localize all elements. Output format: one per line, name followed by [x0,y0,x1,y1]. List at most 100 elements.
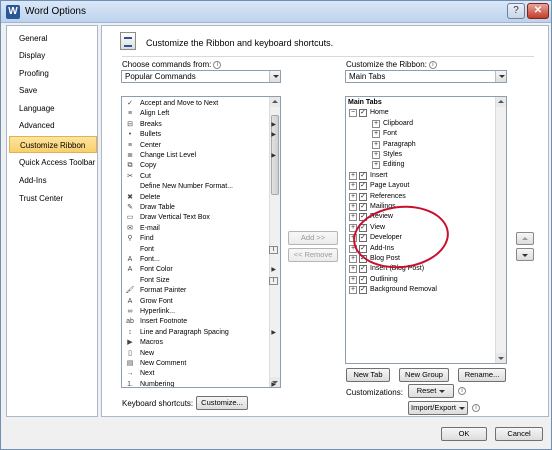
expand-icon[interactable]: + [372,151,380,159]
list-item[interactable]: ▶ Macros [124,338,274,348]
list-item[interactable]: ✎ Draw Table [124,203,274,213]
import-export-button[interactable]: Import/Export [408,401,468,415]
customize-ribbon-label: Customize the Ribbon: i [346,60,437,69]
list-item[interactable]: ⊟ Breaks ▶ [124,120,276,130]
expand-icon[interactable]: + [372,119,380,128]
expand-icon[interactable]: + [349,171,357,180]
new-tab-button[interactable]: New Tab [346,368,390,382]
move-down-button[interactable] [516,248,534,261]
sidebar-item-add-ins[interactable]: Add-Ins [9,172,97,189]
rename-button[interactable]: Rename... [458,368,506,382]
chevron-down-icon[interactable] [269,71,280,82]
expand-icon[interactable]: + [372,161,380,170]
expand-icon[interactable]: + [349,213,357,222]
list-item[interactable]: ▭ Draw Vertical Text Box [124,213,274,223]
list-item[interactable]: A Font... [124,255,274,265]
expand-icon[interactable]: + [349,265,357,274]
expand-icon[interactable]: + [349,275,357,284]
sidebar-item-display[interactable]: Display [9,47,97,64]
scroll-down-icon[interactable] [496,353,506,363]
sidebar-item-save[interactable]: Save [9,82,97,99]
sidebar-item-proofing[interactable]: Proofing [9,65,97,82]
expand-icon[interactable]: + [349,182,357,191]
list-item[interactable]: ▯ New [124,349,274,359]
list-item[interactable]: → Next [124,369,274,379]
tab-checkbox[interactable]: ✓ [359,286,367,295]
scroll-up-icon[interactable] [496,97,506,107]
command-label: Format Painter [140,287,187,295]
close-icon[interactable]: ✕ [527,3,549,19]
list-item[interactable]: ✉ E-mail [124,224,274,234]
new-group-button[interactable]: New Group [399,368,449,382]
list-item[interactable]: ≣ Change List Level ▶ [124,151,276,161]
ok-button[interactable]: OK [441,427,487,441]
tab-checkbox[interactable]: ✓ [359,192,367,201]
commands-list[interactable]: ✓ Accept and Move to Next ≡ Align Left ⊟ Brea… [121,96,281,388]
customize-ribbon-icon [120,32,136,50]
help-icon[interactable]: ? [507,3,525,19]
new-document-icon: ▯ [128,349,132,357]
info-icon: i [213,60,222,69]
customizations-label: Customizations: [346,388,403,397]
add-button[interactable]: Add >> [288,231,338,245]
chevron-down-icon[interactable] [495,71,506,82]
copy-icon: ⧉ [127,162,133,170]
tab-checkbox[interactable]: ✓ [359,109,367,118]
list-item[interactable]: ✂ Cut [124,172,274,182]
text-box-icon: ▭ [126,214,134,222]
reset-button[interactable]: Reset [408,384,454,398]
list-item[interactable]: ≡ Align Left [124,109,274,119]
collapse-icon[interactable]: − [349,109,357,118]
sidebar-item-quick-access-toolbar[interactable]: Quick Access Toolbar [9,154,97,171]
sidebar-item-customize-ribbon[interactable]: Customize Ribbon [9,136,97,153]
choose-commands-dropdown[interactable]: Popular Commands [121,70,281,83]
expand-icon[interactable]: + [349,192,357,201]
sidebar-item-advanced[interactable]: Advanced [9,117,97,134]
remove-button[interactable]: << Remove [288,248,338,262]
list-item[interactable]: ▤ New Comment [124,359,274,369]
tab-checkbox[interactable]: ✓ [359,203,367,211]
tab-checkbox[interactable]: ✓ [359,171,367,180]
list-item[interactable]: ⚲ Find [124,234,274,244]
submenu-arrow-icon: ▶ [271,329,276,336]
list-item[interactable]: Define New Number Format... [124,182,274,192]
expand-icon[interactable]: + [349,286,357,295]
list-item[interactable]: ✖ Delete [124,193,274,203]
tree-scrollbar[interactable] [495,97,506,363]
move-up-button[interactable] [516,232,534,245]
tree-item-label: References [370,192,406,200]
list-item[interactable]: ab Insert Footnote [124,317,274,327]
list-item[interactable]: ≡ Center [124,141,274,151]
list-item[interactable]: ⧉ Copy [124,161,274,171]
tree-item-label: Font [383,130,398,138]
sidebar-item-language[interactable]: Language [9,100,97,117]
list-item[interactable]: • Bullets ▶ [124,130,276,140]
sidebar-item-trust-center[interactable]: Trust Center [9,190,97,207]
sidebar-item-general[interactable]: General [9,30,97,47]
tree-item-label: Clipboard [383,119,413,127]
tab-checkbox[interactable]: ✓ [359,182,367,191]
expand-icon[interactable]: + [349,255,357,263]
list-item[interactable]: Font I [124,245,278,255]
list-item[interactable]: A Font Color ▶ [124,265,276,275]
tab-checkbox[interactable]: ✓ [359,265,367,274]
list-item[interactable]: ✓ Accept and Move to Next [124,99,274,109]
list-item[interactable]: ↕ Line and Paragraph Spacing ▶ [124,328,276,338]
list-item[interactable]: A Grow Font [124,297,274,307]
command-label: Font [140,245,155,253]
list-item[interactable]: Font Size I [124,276,278,286]
tab-checkbox[interactable]: ✓ [359,275,367,284]
expand-icon[interactable]: + [372,140,380,149]
command-label: Next [140,370,155,378]
cancel-button[interactable]: Cancel [495,427,543,441]
list-item[interactable]: 🖌 Format Painter [124,286,274,296]
list-item[interactable]: ∞ Hyperlink... [124,307,274,317]
command-label: Draw Vertical Text Box [140,214,210,222]
customize-keyboard-button[interactable]: Customize... [196,396,248,410]
list-item[interactable]: 1. Numbering ▶ [124,380,276,387]
command-label: Font Color [140,266,173,274]
customize-ribbon-dropdown[interactable]: Main Tabs [345,70,507,83]
expand-icon[interactable]: + [372,130,380,139]
align-center-icon: ≡ [127,141,133,149]
expand-icon[interactable]: + [349,203,357,211]
